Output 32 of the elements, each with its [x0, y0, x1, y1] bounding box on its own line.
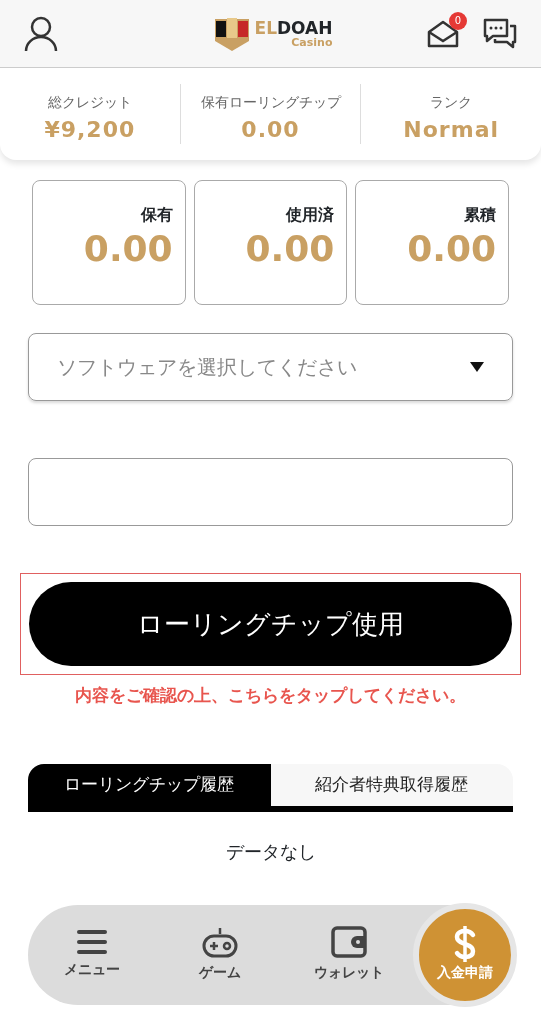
wallet-icon — [330, 926, 367, 958]
chip-value: 0.00 — [406, 227, 496, 271]
dollar-icon — [453, 926, 477, 962]
nav-item[interactable]: メニュー — [28, 928, 157, 981]
dropdown-arrow-icon — [470, 362, 484, 372]
chip-label: 累積 — [463, 204, 496, 226]
history-tab[interactable]: ローリングチップ履歴 — [28, 763, 271, 806]
notification-badge: 0 — [449, 11, 467, 30]
stat-value: ¥9,200 — [43, 116, 137, 144]
chip-label: 使用済 — [284, 204, 335, 226]
use-chip-button[interactable]: ローリングチップ使用 — [29, 582, 512, 666]
gamepad-icon — [202, 926, 239, 958]
notice-text: 内容をご確認の上、こちらをタップしてください。 — [74, 684, 467, 707]
stat-label: ランク — [429, 93, 474, 112]
stat-value: Normal — [402, 116, 500, 144]
stat-value: 0.00 — [240, 116, 301, 144]
logo-subtext: Casino — [290, 36, 333, 48]
user-icon[interactable] — [24, 15, 58, 52]
chip-value: 0.00 — [244, 227, 335, 271]
amount-field[interactable] — [28, 458, 513, 526]
chip-label: 保有 — [139, 204, 173, 226]
chat-icon[interactable] — [483, 17, 517, 50]
chip-value: 0.00 — [82, 227, 173, 271]
stat-label: 保有ローリングチップ — [199, 93, 342, 112]
menu-icon — [77, 929, 108, 955]
empty-message: データなし — [224, 839, 317, 864]
nav-item[interactable]: ウォレット — [284, 925, 413, 984]
software-select[interactable]: ソフトウェアを選択してください — [28, 333, 513, 401]
nav-item[interactable]: ゲーム — [156, 925, 285, 984]
logo-text: ELDOAH — [254, 19, 333, 37]
history-tab[interactable]: 紹介者特典取得履歴 — [270, 763, 513, 806]
stat-label: 総クレジット — [46, 93, 133, 112]
